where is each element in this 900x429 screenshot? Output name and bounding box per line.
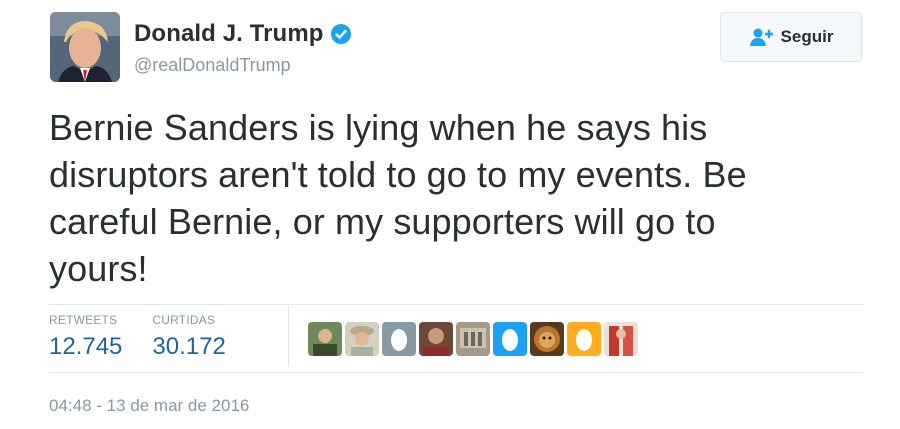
tweet-timestamp[interactable]: 04:48 - 13 de mar de 2016 [49, 396, 249, 416]
add-user-icon [749, 27, 775, 47]
user-full-name[interactable]: Donald J. Trump [134, 20, 324, 48]
stats-separator [288, 306, 289, 366]
divider-top [49, 304, 863, 305]
liker-avatar[interactable] [308, 322, 342, 356]
likes-stat[interactable]: CURTIDAS 30.172 [152, 313, 225, 363]
profile-avatar[interactable] [50, 12, 120, 82]
user-name-row: Donald J. Trump [134, 20, 352, 48]
likes-count: 30.172 [152, 333, 226, 360]
tweet-text-line: yours! [49, 248, 148, 289]
tweet-text-line: Bernie Sanders is lying when he says his [49, 107, 708, 148]
liker-avatars [308, 322, 641, 356]
liker-avatar[interactable] [345, 322, 379, 356]
retweets-stat[interactable]: RETWEETS 12.745 [49, 313, 122, 363]
retweets-count: 12.745 [49, 333, 123, 360]
user-handle[interactable]: @realDonaldTrump [134, 55, 291, 76]
liker-avatar[interactable] [567, 322, 601, 356]
likes-label: CURTIDAS [152, 313, 216, 327]
retweets-label: RETWEETS [49, 313, 118, 327]
divider-bottom [49, 372, 863, 373]
liker-avatar[interactable] [604, 322, 638, 356]
tweet-stats: RETWEETS 12.745 CURTIDAS 30.172 [49, 313, 256, 363]
tweet-text: Bernie Sanders is lying when he says his… [49, 104, 849, 292]
tweet-text-line: careful Bernie, or my supporters will go… [49, 201, 716, 242]
liker-avatar[interactable] [382, 322, 416, 356]
verified-badge-icon [330, 23, 352, 45]
liker-avatar[interactable] [419, 322, 453, 356]
liker-avatar[interactable] [530, 322, 564, 356]
liker-avatar[interactable] [493, 322, 527, 356]
follow-button-label: Seguir [780, 27, 834, 46]
tweet-text-line: disruptors aren't told to go to my event… [49, 154, 747, 195]
liker-avatar[interactable] [456, 322, 490, 356]
follow-button[interactable]: Seguir [720, 12, 862, 62]
